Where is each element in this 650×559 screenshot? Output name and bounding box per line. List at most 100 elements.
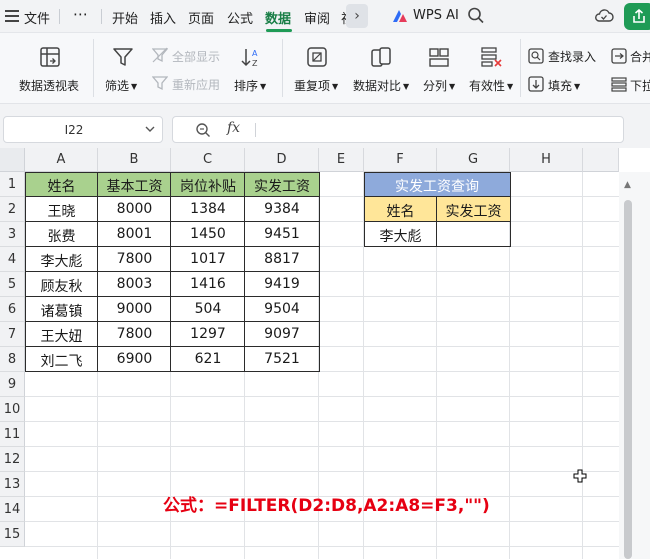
select-all-corner[interactable] xyxy=(0,148,25,172)
table-cell[interactable]: 9097 xyxy=(245,326,319,342)
row-header-9[interactable]: 9 xyxy=(0,372,25,397)
column-header-f[interactable]: F xyxy=(364,148,437,172)
sort-button[interactable]: 排序 ▼ xyxy=(234,77,266,94)
column-header-h[interactable]: H xyxy=(510,148,583,172)
table-cell[interactable]: 顾友秋 xyxy=(25,276,98,296)
tab-data[interactable]: 数据 xyxy=(265,8,291,27)
lookup-header-salary[interactable]: 实发工资 xyxy=(437,201,510,221)
row-header-5[interactable]: 5 xyxy=(0,272,25,297)
compare-button[interactable]: 数据对比 ▼ xyxy=(353,77,409,94)
dropdown-list-button[interactable]: 下拉 xyxy=(630,77,650,94)
row-header-13[interactable]: 13 xyxy=(0,472,25,497)
table-cell[interactable]: 1450 xyxy=(171,226,245,242)
name-box[interactable]: I22 xyxy=(3,116,163,143)
table-cell[interactable]: 9419 xyxy=(245,276,319,292)
row-header-10[interactable]: 10 xyxy=(0,397,25,422)
column-header-b[interactable]: B xyxy=(98,148,171,172)
fill-button[interactable]: 填充 ▼ xyxy=(548,77,580,94)
row-header-15[interactable]: 15 xyxy=(0,522,25,547)
duplicates-button[interactable]: 重复项 ▼ xyxy=(294,77,338,94)
row-header-14[interactable]: 14 xyxy=(0,497,25,522)
lookup-border xyxy=(364,221,511,222)
column-header-i[interactable] xyxy=(583,148,619,172)
row-header-6[interactable]: 6 xyxy=(0,297,25,322)
lookup-title[interactable]: 实发工资查询 xyxy=(364,176,510,196)
scroll-up-icon[interactable]: ▲ xyxy=(624,180,631,190)
tab-page[interactable]: 页面 xyxy=(188,8,214,27)
table-cell[interactable]: 504 xyxy=(171,301,245,317)
search-icon[interactable] xyxy=(467,6,485,26)
table-cell[interactable]: 诸葛镇 xyxy=(25,301,98,321)
cloud-sync-icon[interactable] xyxy=(594,7,614,25)
show-all-button[interactable]: 全部显示 xyxy=(172,48,220,65)
table-cell[interactable]: 刘二飞 xyxy=(25,351,98,371)
wps-ai-button[interactable]: WPS AI xyxy=(413,8,459,23)
table-cell[interactable]: 6900 xyxy=(98,351,171,367)
filter-button[interactable]: 筛选 ▼ xyxy=(105,77,137,94)
merge-button[interactable]: 合并 xyxy=(630,48,650,65)
table-cell[interactable]: 9000 xyxy=(98,301,171,317)
table-header-cell[interactable]: 岗位补贴 xyxy=(171,176,245,196)
row-header-7[interactable]: 7 xyxy=(0,322,25,347)
column-header-d[interactable]: D xyxy=(245,148,319,172)
table-cell[interactable]: 8003 xyxy=(98,276,171,292)
table-cell[interactable]: 8001 xyxy=(98,226,171,242)
row-header-2[interactable]: 2 xyxy=(0,197,25,222)
table-cell[interactable]: 9451 xyxy=(245,226,319,242)
table-cell[interactable]: 1384 xyxy=(171,201,245,217)
row-header-8[interactable]: 8 xyxy=(0,347,25,372)
row-header-11[interactable]: 11 xyxy=(0,422,25,447)
table-cell[interactable]: 王晓 xyxy=(25,201,98,221)
table-cell[interactable]: 李大彪 xyxy=(25,251,98,271)
insert-function-button[interactable]: fx xyxy=(227,120,240,136)
menu-divider xyxy=(59,9,60,24)
table-cell[interactable]: 7800 xyxy=(98,326,171,342)
table-cell[interactable]: 8000 xyxy=(98,201,171,217)
table-header-cell[interactable]: 实发工资 xyxy=(245,176,319,196)
table-cell[interactable]: 8817 xyxy=(245,251,319,267)
zoom-search-icon[interactable] xyxy=(195,122,211,138)
column-header-e[interactable]: E xyxy=(319,148,364,172)
formula-input-area[interactable]: fx xyxy=(172,116,624,143)
tabs-scroll-right-button[interactable]: › xyxy=(346,4,368,28)
menu-icon[interactable] xyxy=(5,10,19,22)
chevron-right-icon: › xyxy=(354,8,360,24)
reapply-button[interactable]: 重新应用 xyxy=(172,76,220,93)
tab-review[interactable]: 审阅 xyxy=(304,8,330,27)
pivot-table-button[interactable]: 数据透视表 xyxy=(19,77,79,94)
table-cell[interactable]: 7521 xyxy=(245,351,319,367)
vertical-scrollbar-thumb[interactable] xyxy=(624,200,632,559)
split-button[interactable]: 分列 ▼ xyxy=(423,77,455,94)
row-header-1[interactable]: 1 xyxy=(0,172,25,197)
table-cell[interactable]: 王大妞 xyxy=(25,326,98,346)
menu-more[interactable]: ⋯ xyxy=(73,5,88,23)
lookup-entry-button[interactable]: 查找录入 xyxy=(548,48,596,65)
table-cell[interactable]: 9384 xyxy=(245,201,319,217)
table-header-cell[interactable]: 姓名 xyxy=(25,176,98,196)
row-header-3[interactable]: 3 xyxy=(0,222,25,247)
row-header-4[interactable]: 4 xyxy=(0,247,25,272)
validation-button[interactable]: 有效性 ▼ xyxy=(469,77,513,94)
column-header-c[interactable]: C xyxy=(171,148,245,172)
table-cell[interactable]: 1416 xyxy=(171,276,245,292)
share-button[interactable] xyxy=(624,3,650,30)
lookup-header-name[interactable]: 姓名 xyxy=(364,201,437,221)
table-header-cell[interactable]: 基本工资 xyxy=(98,176,171,196)
grid-line xyxy=(25,421,619,422)
table-cell[interactable]: 1017 xyxy=(171,251,245,267)
tab-insert[interactable]: 插入 xyxy=(150,8,176,27)
table-cell[interactable]: 9504 xyxy=(245,301,319,317)
tab-home[interactable]: 开始 xyxy=(112,8,138,27)
table-cell[interactable]: 621 xyxy=(171,351,245,367)
row-header-12[interactable]: 12 xyxy=(0,447,25,472)
lookup-query-name[interactable]: 李大彪 xyxy=(364,226,437,246)
table-cell[interactable]: 1297 xyxy=(171,326,245,342)
table-cell[interactable]: 7800 xyxy=(98,251,171,267)
tab-formula[interactable]: 公式 xyxy=(227,8,253,27)
table-cell[interactable]: 张费 xyxy=(25,226,98,246)
menu-file[interactable]: 文件 xyxy=(24,8,50,27)
column-header-g[interactable]: G xyxy=(437,148,510,172)
menu-bar: 文件 ⋯ 开始 插入 页面 公式 数据 审阅 视 › WPS AI xyxy=(0,0,650,33)
column-header-a[interactable]: A xyxy=(25,148,98,172)
chevron-down-icon[interactable] xyxy=(144,123,156,135)
